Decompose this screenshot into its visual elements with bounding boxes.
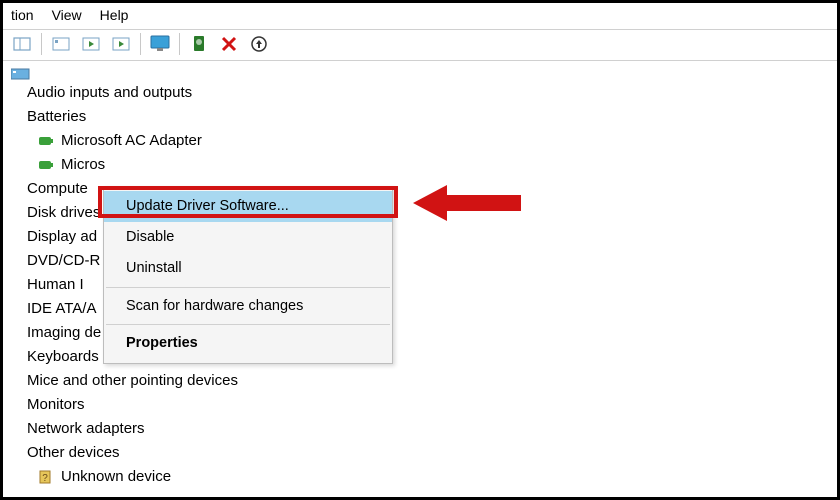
uninstall-icon[interactable] <box>246 32 272 56</box>
toolbar-button[interactable] <box>48 32 74 56</box>
tree-device-unknown[interactable]: ? Unknown device <box>11 465 837 489</box>
toolbar-button[interactable] <box>108 32 134 56</box>
menubar: tion View Help <box>3 3 837 29</box>
ctx-update-driver[interactable]: Update Driver Software... <box>104 191 392 222</box>
ctx-separator <box>106 287 390 288</box>
category-label: Audio inputs and outputs <box>27 81 192 105</box>
category-label: Other devices <box>27 441 120 465</box>
tree-category-other[interactable]: ›Other devices <box>11 441 837 465</box>
category-label: Network adapters <box>27 417 145 441</box>
category-label: Imaging de <box>27 321 101 345</box>
category-label: Monitors <box>27 393 85 417</box>
category-label: Compute <box>27 177 88 201</box>
tree-category-batteries[interactable]: ›Batteries <box>11 105 837 129</box>
context-menu: Update Driver Software... Disable Uninst… <box>103 186 393 364</box>
ctx-disable[interactable]: Disable <box>104 222 392 253</box>
category-label: Keyboards <box>27 345 99 369</box>
category-label: Disk drives <box>27 201 100 225</box>
toolbar-separator <box>41 33 42 55</box>
ctx-uninstall[interactable]: Uninstall <box>104 253 392 284</box>
ctx-scan-hardware[interactable]: Scan for hardware changes <box>104 291 392 322</box>
category-label: Human I <box>27 273 84 297</box>
tree-category-audio[interactable]: ›Audio inputs and outputs <box>11 81 837 105</box>
category-label: DVD/CD-R <box>27 249 100 273</box>
category-label: Display ad <box>27 225 97 249</box>
tree-root[interactable] <box>11 67 837 81</box>
tree-category-network[interactable]: ›Network adapters <box>11 417 837 441</box>
tree-category-mice[interactable]: ›Mice and other pointing devices <box>11 369 837 393</box>
update-driver-icon[interactable] <box>186 32 212 56</box>
category-label: Mice and other pointing devices <box>27 369 238 393</box>
category-label: Batteries <box>27 105 86 129</box>
menu-view[interactable]: View <box>52 7 82 23</box>
device-label: Microsoft AC Adapter <box>61 129 202 153</box>
tree-device-ac-adapter[interactable]: Microsoft AC Adapter <box>11 129 837 153</box>
monitor-icon[interactable] <box>147 32 173 56</box>
menu-help[interactable]: Help <box>100 7 129 23</box>
toolbar-button[interactable] <box>9 32 35 56</box>
toolbar-button[interactable] <box>78 32 104 56</box>
disable-icon[interactable] <box>216 32 242 56</box>
device-label: Unknown device <box>61 465 171 489</box>
category-label: IDE ATA/A <box>27 297 96 321</box>
toolbar-separator <box>179 33 180 55</box>
tree-category-monitors[interactable]: ›Monitors <box>11 393 837 417</box>
toolbar <box>3 29 837 61</box>
device-label: Micros <box>61 153 105 177</box>
ctx-properties[interactable]: Properties <box>104 328 392 359</box>
tree-device-battery-selected[interactable]: Micros <box>11 153 837 177</box>
toolbar-separator <box>140 33 141 55</box>
ctx-separator <box>106 324 390 325</box>
menu-action[interactable]: tion <box>11 7 34 23</box>
svg-text:?: ? <box>42 473 48 484</box>
